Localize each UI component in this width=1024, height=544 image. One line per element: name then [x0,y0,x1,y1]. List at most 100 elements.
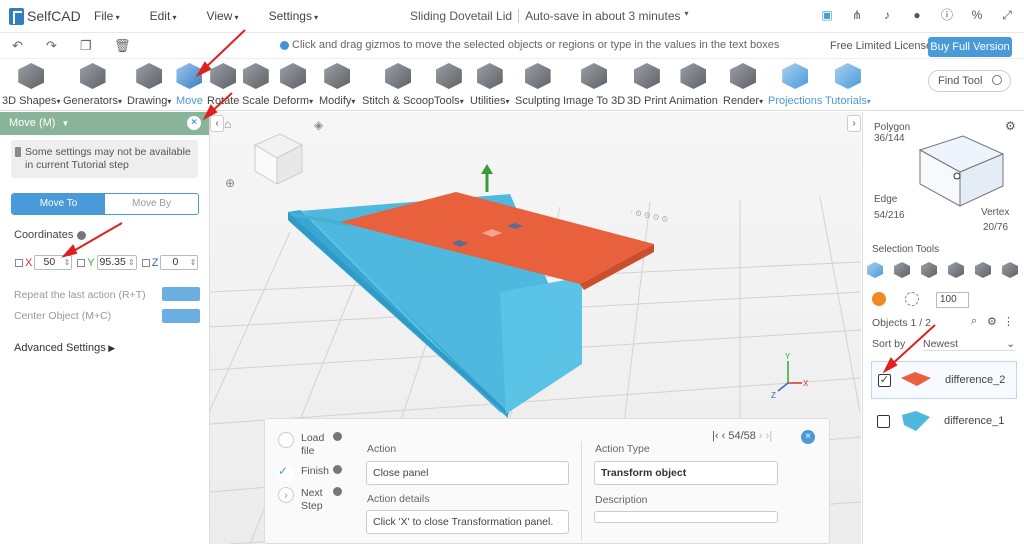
menu-settings[interactable]: Settings [269,9,319,23]
center-object-button[interactable] [162,309,200,323]
tool-label: 3D Shapes [2,95,60,107]
step-label: Finish [301,465,330,477]
collapse-right-arrow[interactable]: › [847,115,861,132]
selfcad-app: SelfCAD File Edit View Settings Sliding … [0,0,1024,544]
tutorial-step-load-file[interactable]: Load file [277,432,342,458]
advanced-settings-toggle[interactable]: Advanced Settings [14,342,115,354]
sort-select[interactable]: Newest ⌄ [923,338,1015,351]
save-icon[interactable]: ▣ [820,8,834,22]
document-title[interactable]: Sliding Dovetail Lid [410,9,512,23]
tool-modify[interactable]: Modify [319,63,355,107]
menu-view[interactable]: View [207,9,239,23]
move-by-tab[interactable]: Move By [105,194,198,214]
last-page-icon[interactable]: ›| [766,430,773,442]
home-icon[interactable]: ⌂ [224,117,231,131]
tool-label: Animation [669,95,718,107]
find-tool-input[interactable]: Find Tool [928,70,1011,92]
top-icons: ▣ ⋔ ♪ ● ⓘ % ⤢ [820,8,1014,22]
user-icon[interactable]: ● [910,8,924,22]
info-icon[interactable] [77,230,87,240]
fullscreen-icon[interactable]: ⤢ [1000,8,1014,22]
action-bar: ↶ ↷ ❐ 🗑 Click and drag gizmos to move th… [0,33,1024,59]
x-lock-checkbox[interactable] [15,258,23,267]
info-icon[interactable] [333,432,342,441]
tool-rotate[interactable]: Rotate [207,63,239,107]
tool-utilities[interactable]: Utilities [470,63,509,107]
redo-icon[interactable]: ↷ [46,38,64,54]
brush-sphere-icon[interactable] [905,292,919,306]
object-checkbox[interactable] [877,414,890,428]
warning-icon [15,147,21,157]
repeat-action-button[interactable] [162,287,200,301]
next-page-icon[interactable]: › [759,430,763,442]
move-to-tab[interactable]: Move To [12,194,105,214]
tool-generators[interactable]: Generators [63,63,122,107]
selfcad-logo[interactable]: SelfCAD [9,7,89,25]
collapse-left-arrow[interactable]: ‹ [210,115,224,132]
select-edge-icon[interactable] [921,262,937,278]
tool-render[interactable]: Render [723,63,763,107]
camera-icon[interactable]: ◈ [314,118,323,132]
trash-icon[interactable]: 🗑 [114,38,132,54]
tool-image-to-3d[interactable]: Image To 3D [563,63,625,107]
tool-projections[interactable]: Projections [768,63,822,107]
object-row-difference_1[interactable]: difference_1 [871,402,1017,440]
select-invert-icon[interactable] [1002,262,1018,278]
select-region-icon[interactable] [975,262,991,278]
tool-sculpting[interactable]: Sculpting [515,63,560,107]
tool-deform[interactable]: Deform [273,63,313,107]
tool-tutorials[interactable]: Tutorials [825,63,871,107]
y-input[interactable]: 95.35 [96,255,137,270]
select-face-icon[interactable] [894,262,910,278]
chevron-down-icon[interactable]: ▾ [685,9,689,23]
info-icon[interactable] [333,465,342,474]
z-lock-checkbox[interactable] [141,258,150,267]
first-page-icon[interactable]: |‹ [712,430,719,442]
gear-icon[interactable]: ⚙ [987,315,997,328]
deform-icon [280,63,307,89]
buy-full-version-button[interactable]: Buy Full Version [928,37,1012,57]
tool-drawing[interactable]: Drawing [127,63,171,107]
share-icon[interactable]: ⋔ [850,8,864,22]
tool-scale[interactable]: Scale [242,63,270,107]
undo-icon[interactable]: ↶ [12,38,30,54]
tool-tools[interactable]: Tools [434,63,464,107]
brush-color-icon[interactable] [872,292,886,306]
menu-file[interactable]: File [94,9,120,23]
info-icon[interactable]: ⓘ [940,8,954,22]
object-row-difference_2[interactable]: ✓ difference_2 [871,361,1017,399]
tool-stitch-scoop[interactable]: Stitch & Scoop [362,63,434,107]
x-input[interactable]: 50 [34,255,73,270]
notification-bell-icon[interactable]: ♪ [880,8,894,22]
tool-move[interactable]: Move [176,63,203,107]
tool-3d-print[interactable]: 3D Print [627,63,667,107]
units-icon[interactable]: % [970,8,984,22]
tutorial-step-next[interactable]: › Next Step [277,487,342,513]
gear-icon[interactable]: ⚙ [1005,119,1016,133]
tool-label: Tutorials [825,95,871,107]
selection-cube[interactable] [915,132,1005,210]
tool-3d-shapes[interactable]: 3D Shapes [2,63,60,107]
autosave-status[interactable]: Auto-save in about 3 minutes [525,9,680,23]
tutorial-step-finish[interactable]: ✓ Finish [277,465,342,481]
copy-icon[interactable]: ❐ [80,38,98,54]
search-icon[interactable]: ⌕ [971,315,977,328]
y-lock-checkbox[interactable] [77,258,86,267]
more-icon[interactable]: ⋮ [1003,315,1014,328]
brush-size-input[interactable]: 100 [936,292,969,308]
hint-message: Click and drag gizmos to move the select… [292,39,780,51]
object-checkbox[interactable]: ✓ [878,373,891,387]
info-icon[interactable] [333,487,342,496]
pager-text: 54/58 [728,430,756,442]
tool-animation[interactable]: Animation [669,63,718,107]
close-tutorial-button[interactable]: × [801,430,815,444]
prev-page-icon[interactable]: ‹ [722,430,726,442]
action-type-label: Action Type [595,443,650,455]
caret-down-icon[interactable]: ▼ [61,119,69,128]
select-vertex-icon[interactable] [948,262,964,278]
close-panel-button[interactable]: × [187,116,201,130]
menu-edit[interactable]: Edit [150,9,177,23]
z-input[interactable]: 0 [160,255,199,270]
globe-icon[interactable]: ⊕ [225,176,235,190]
select-object-icon[interactable] [867,262,883,278]
